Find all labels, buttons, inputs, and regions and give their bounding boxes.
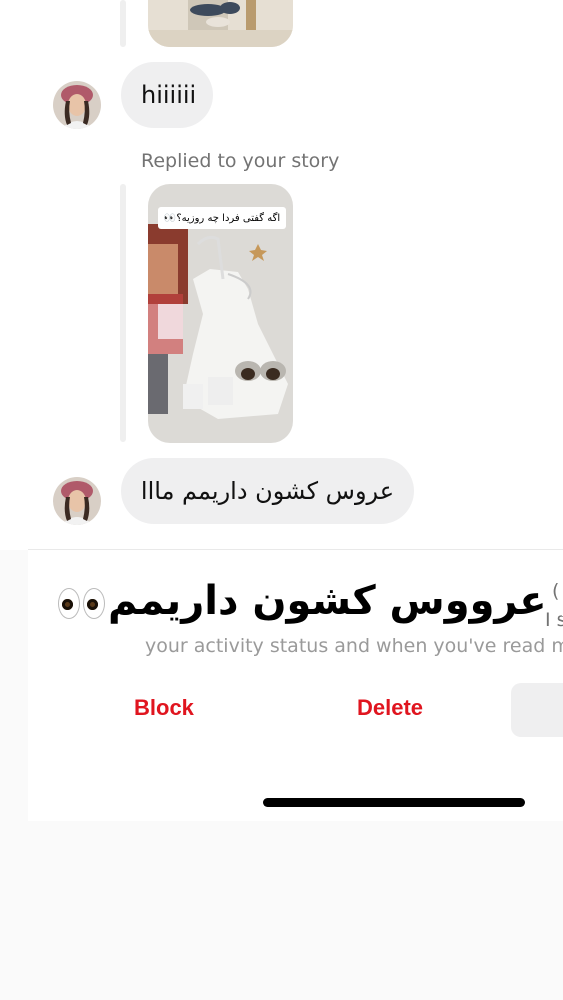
reply-indicator-line xyxy=(120,0,126,47)
block-button[interactable]: Block xyxy=(134,695,194,721)
message-bubble[interactable]: hiiiiii xyxy=(121,62,213,128)
eyes-emoji-icon xyxy=(58,588,105,619)
message-bubble[interactable]: عروس کشون داریمم مااا xyxy=(121,458,414,524)
sheet-description: your activity status and when you've rea… xyxy=(145,635,563,657)
eye-icon xyxy=(58,588,80,619)
message-text: hiiiiii xyxy=(141,81,197,109)
eye-icon xyxy=(83,588,105,619)
home-indicator xyxy=(263,798,525,807)
story-thumbnail[interactable]: اگه گفتی فردا چه روزیه؟👀 xyxy=(148,184,293,443)
overlay-caption: فردا عرووس کشون داریمم xyxy=(108,578,563,624)
sender-avatar[interactable] xyxy=(53,81,101,129)
story-thumbnail-previous[interactable] xyxy=(148,0,293,47)
dm-thread-screen: hiiiiii Replied to your story اگه گفتی ف… xyxy=(0,0,563,1000)
sender-avatar[interactable] xyxy=(53,477,101,525)
accept-button[interactable] xyxy=(511,683,563,737)
reply-indicator-line xyxy=(120,184,126,442)
replied-to-story-label: Replied to your story xyxy=(141,150,340,172)
message-text: عروس کشون داریمم مااا xyxy=(140,477,395,505)
story-caption: اگه گفتی فردا چه روزیه؟👀 xyxy=(158,207,286,229)
delete-button[interactable]: Delete xyxy=(357,695,423,721)
